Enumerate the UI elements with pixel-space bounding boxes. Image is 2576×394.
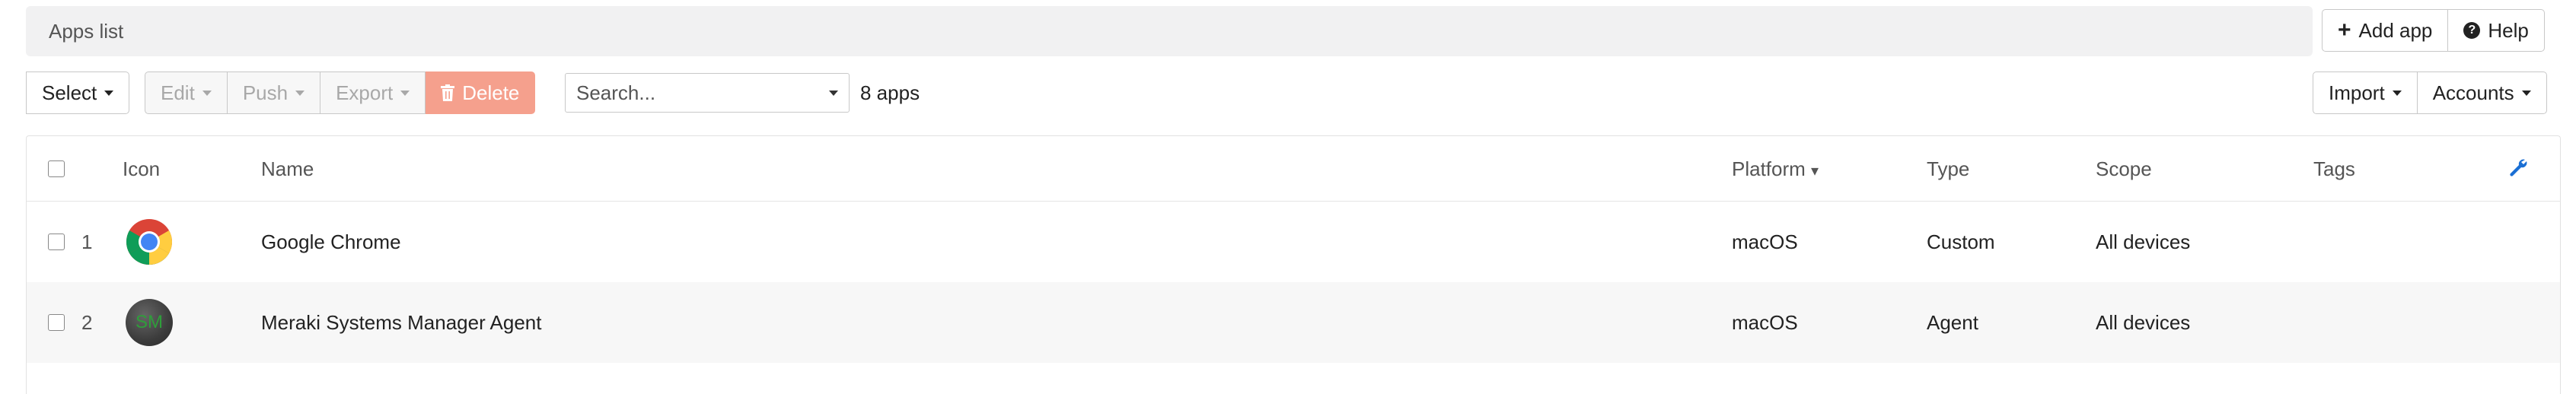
- column-header-platform[interactable]: Platform ▾: [1732, 136, 1819, 204]
- table-row[interactable]: 1 Google Chrome macOS Custom All devices: [27, 202, 2560, 282]
- app-name[interactable]: Google Chrome: [261, 202, 401, 282]
- delete-label: Delete: [462, 81, 520, 104]
- edit-dropdown-button[interactable]: Edit: [145, 71, 228, 114]
- app-platform: macOS: [1732, 311, 1798, 334]
- caret-down-icon: [400, 90, 410, 96]
- column-header-name[interactable]: Name: [261, 136, 314, 202]
- platform-header-label: Platform: [1732, 157, 1806, 180]
- column-header-tags[interactable]: Tags: [2313, 136, 2355, 202]
- accounts-dropdown-button[interactable]: Accounts: [2417, 71, 2547, 114]
- row-checkbox[interactable]: [48, 314, 65, 331]
- select-group: Select: [26, 71, 130, 114]
- sm-agent-icon-text: SM: [135, 312, 163, 332]
- delete-button[interactable]: Delete: [426, 71, 536, 114]
- search-input[interactable]: [576, 81, 820, 105]
- app-count: 8 apps: [860, 81, 920, 104]
- chrome-icon: [126, 219, 173, 265]
- export-dropdown-button[interactable]: Export: [320, 71, 426, 114]
- caret-down-icon: [2392, 90, 2402, 96]
- sort-desc-icon: ▾: [1811, 163, 1819, 180]
- column-header-icon: Icon: [123, 157, 161, 180]
- app-scope: All devices: [2096, 311, 2191, 334]
- push-label: Push: [242, 81, 289, 104]
- caret-down-icon: [295, 90, 305, 96]
- app-name[interactable]: Meraki Systems Manager Agent: [261, 282, 542, 363]
- search-box[interactable]: [565, 73, 850, 113]
- app-scope: All devices: [2096, 230, 2191, 253]
- help-button[interactable]: ? Help: [2448, 9, 2545, 52]
- import-accounts-group: Import Accounts: [2313, 71, 2547, 114]
- question-circle-icon: ?: [2463, 22, 2481, 39]
- help-label: Help: [2488, 18, 2529, 42]
- select-all-checkbox[interactable]: [48, 160, 65, 177]
- bulk-actions: Edit Push Export Delete: [145, 71, 536, 114]
- add-app-label: Add app: [2358, 18, 2433, 42]
- wrench-icon[interactable]: [2508, 157, 2528, 182]
- app-platform: macOS: [1732, 230, 1798, 253]
- accounts-label: Accounts: [2432, 81, 2514, 104]
- caret-down-icon[interactable]: [829, 90, 838, 96]
- export-label: Export: [336, 81, 394, 104]
- app-type: Agent: [1927, 311, 1978, 334]
- caret-down-icon: [104, 90, 114, 96]
- caret-down-icon: [2521, 90, 2531, 96]
- sm-agent-icon: SM: [126, 299, 173, 346]
- column-header-scope[interactable]: Scope: [2096, 136, 2152, 202]
- table-header: Icon Name Platform ▾ Type Scope Tags: [27, 136, 2560, 202]
- apps-table: Icon Name Platform ▾ Type Scope Tags 1 G…: [26, 135, 2561, 394]
- top-actions: + Add app ? Help: [2322, 9, 2545, 52]
- caret-down-icon: [202, 90, 212, 96]
- import-label: Import: [2329, 81, 2385, 104]
- page-header: Apps list: [26, 6, 2313, 56]
- select-label: Select: [42, 81, 97, 104]
- app-type: Custom: [1927, 230, 1995, 253]
- table-row[interactable]: 2 SM Meraki Systems Manager Agent macOS …: [27, 282, 2560, 363]
- edit-label: Edit: [161, 81, 195, 104]
- row-number: 1: [81, 230, 93, 253]
- column-header-type[interactable]: Type: [1927, 136, 1969, 202]
- add-app-button[interactable]: + Add app: [2322, 9, 2449, 52]
- trash-icon: [441, 84, 455, 101]
- row-number: 2: [81, 311, 93, 334]
- row-checkbox[interactable]: [48, 234, 65, 250]
- select-dropdown-button[interactable]: Select: [26, 71, 130, 114]
- wrench-icon-svg: [2510, 159, 2527, 176]
- page-title: Apps list: [49, 20, 124, 43]
- plus-icon: +: [2338, 17, 2351, 43]
- push-dropdown-button[interactable]: Push: [227, 71, 321, 114]
- import-dropdown-button[interactable]: Import: [2313, 71, 2418, 114]
